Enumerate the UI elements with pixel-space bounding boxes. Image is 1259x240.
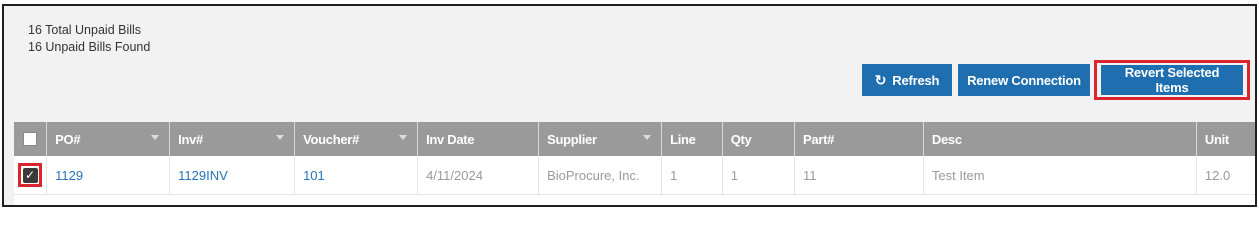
filter-dropdown-icon[interactable]	[643, 135, 652, 140]
bills-summary: 16 Total Unpaid Bills 16 Unpaid Bills Fo…	[28, 22, 150, 56]
column-header-unit[interactable]: Unit	[1197, 122, 1255, 156]
column-header-inv-date[interactable]: Inv Date	[418, 122, 540, 156]
checkmark-icon: ✓	[25, 168, 36, 182]
row-select-cell: ✓	[14, 156, 48, 194]
column-header-voucher[interactable]: Voucher#	[295, 122, 419, 156]
unit-cell: 12.0	[1197, 156, 1255, 194]
revert-button-highlight: Revert Selected Items	[1094, 60, 1250, 100]
column-header-inv[interactable]: Inv#	[170, 122, 296, 156]
table-header: PO# Inv# Voucher# Inv Date Supplier Line	[14, 122, 1255, 156]
refresh-button-label: Refresh	[892, 72, 940, 88]
renew-connection-label: Renew Connection	[967, 72, 1081, 88]
column-header-qty[interactable]: Qty	[723, 122, 796, 156]
row-checkbox-highlight: ✓	[18, 163, 43, 187]
bills-table: PO# Inv# Voucher# Inv Date Supplier Line	[14, 122, 1255, 205]
renew-connection-button[interactable]: Renew Connection	[958, 64, 1090, 96]
column-header-po[interactable]: PO#	[47, 122, 171, 156]
line-cell: 1	[662, 156, 723, 194]
table-row[interactable]: ✓ 1129 1129INV 101 4/11/2024 BioProcure,…	[14, 156, 1255, 195]
row-select-checkbox[interactable]: ✓	[22, 167, 38, 183]
unpaid-bills-panel: 16 Total Unpaid Bills 16 Unpaid Bills Fo…	[2, 4, 1257, 207]
column-header-part[interactable]: Part#	[795, 122, 924, 156]
filter-dropdown-icon[interactable]	[399, 135, 408, 140]
revert-selected-items-button[interactable]: Revert Selected Items	[1101, 65, 1243, 95]
filter-dropdown-icon[interactable]	[276, 135, 285, 140]
desc-cell: Test Item	[924, 156, 1197, 194]
refresh-icon: ↻	[874, 71, 887, 88]
supplier-cell: BioProcure, Inc.	[539, 156, 663, 194]
select-all-checkbox[interactable]	[23, 132, 38, 146]
toolbar: ↻ Refresh Renew Connection Revert Select…	[4, 60, 1255, 100]
qty-cell: 1	[723, 156, 796, 194]
column-header-line[interactable]: Line	[662, 122, 723, 156]
part-cell: 11	[795, 156, 924, 194]
filter-dropdown-icon[interactable]	[151, 135, 160, 140]
voucher-link[interactable]: 101	[295, 156, 419, 194]
inv-date-cell: 4/11/2024	[418, 156, 540, 194]
refresh-button[interactable]: ↻ Refresh	[862, 64, 952, 96]
select-all-header	[14, 122, 48, 156]
inv-link[interactable]: 1129INV	[170, 156, 296, 194]
revert-selected-items-label: Revert Selected Items	[1124, 65, 1220, 95]
total-unpaid-bills-text: 16 Total Unpaid Bills	[28, 23, 142, 37]
column-header-supplier[interactable]: Supplier	[539, 122, 663, 156]
column-header-desc[interactable]: Desc	[924, 122, 1197, 156]
po-link[interactable]: 1129	[47, 156, 171, 194]
unpaid-bills-found-text: 16 Unpaid Bills Found	[28, 40, 151, 54]
